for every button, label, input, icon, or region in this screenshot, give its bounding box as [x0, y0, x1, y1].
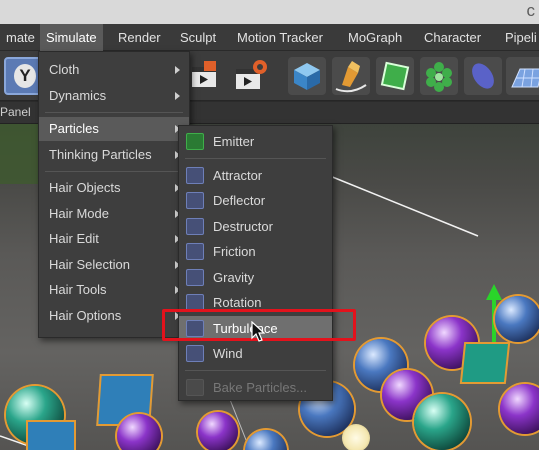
simulate-item-hair-edit[interactable]: Hair Edit: [39, 227, 189, 251]
bake-particles-icon: [186, 378, 204, 396]
particles-item-friction[interactable]: Friction: [179, 239, 332, 264]
menu-item-label: Hair Tools: [49, 282, 107, 297]
menu-mograph[interactable]: MoGraph: [342, 24, 408, 51]
pen-tool-button[interactable]: [332, 57, 370, 95]
render-settings-button[interactable]: [232, 57, 270, 95]
deformer-button[interactable]: [464, 57, 502, 95]
floor-button[interactable]: [506, 57, 539, 95]
particle-cube[interactable]: [459, 342, 511, 384]
submenu-arrow-icon: [175, 66, 180, 74]
menu-item-label: Hair Objects: [49, 180, 121, 195]
menu-item-label: Emitter: [213, 134, 255, 149]
simulate-item-dynamics[interactable]: Dynamics: [39, 84, 189, 108]
menu-separator: [185, 369, 326, 371]
simulate-item-thinking-particles[interactable]: Thinking Particles: [39, 143, 189, 167]
menu-item-label: Attractor: [213, 167, 263, 183]
deformer-icon: [472, 63, 494, 89]
menu-simulate[interactable]: Simulate: [40, 24, 103, 51]
particles-item-deflector[interactable]: Deflector: [179, 188, 332, 213]
menu-pipeli[interactable]: Pipeli: [499, 24, 539, 51]
menu-item-label: Bake Particles...: [213, 379, 307, 395]
particle-cube[interactable]: [26, 420, 76, 450]
menu-character[interactable]: Character: [418, 24, 487, 51]
friction-icon: [186, 243, 204, 260]
simulate-item-particles[interactable]: Particles: [39, 117, 189, 141]
mouse-cursor-icon: [251, 321, 265, 342]
simulate-item-hair-mode[interactable]: Hair Mode: [39, 202, 189, 226]
window-corner-char: c: [526, 1, 536, 20]
menu-separator: [45, 171, 183, 172]
particle-sphere[interactable]: [198, 412, 238, 450]
menu-item-label: Hair Edit: [49, 231, 99, 246]
menu-separator: [185, 157, 326, 159]
y-axis-lock-button[interactable]: Y: [4, 57, 42, 95]
particles-item-bake-particles: Bake Particles...: [179, 375, 332, 400]
menu-item-label: Hair Mode: [49, 205, 109, 221]
particles-item-emitter[interactable]: Emitter: [179, 129, 332, 154]
deflector-icon: [186, 192, 204, 209]
simulate-menu: Cloth Dynamics Particles Thinking Particles…: [38, 51, 190, 338]
simulate-item-cloth[interactable]: Cloth: [39, 58, 189, 82]
floor-icon: [511, 68, 539, 88]
simulate-item-hair-objects[interactable]: Hair Objects: [39, 176, 189, 200]
panel-menu[interactable]: Panel: [0, 105, 31, 119]
particles-item-gravity[interactable]: Gravity: [179, 265, 332, 290]
menu-item-label: Particles: [49, 121, 99, 136]
menu-item-label: Deflector: [213, 193, 266, 208]
submenu-arrow-icon: [175, 91, 180, 100]
cloner-icon: [426, 62, 452, 92]
menu-separator: [45, 112, 183, 113]
destructor-icon: [186, 217, 204, 235]
particle-sphere[interactable]: [414, 394, 470, 450]
menu-sculpt[interactable]: Sculpt: [174, 24, 222, 51]
menu-item-label: Friction: [213, 244, 256, 259]
subdivision-button[interactable]: [376, 57, 414, 95]
y-axis-label: Y: [14, 64, 36, 88]
attractor-icon: [186, 166, 204, 184]
simulate-item-hair-tools[interactable]: Hair Tools: [39, 278, 189, 302]
wind-icon: [186, 345, 204, 362]
emitter-icon: [186, 133, 204, 150]
particles-item-destructor[interactable]: Destructor: [179, 214, 332, 239]
main-menubar: mate Simulate Render Sculpt Motion Tracker Mo…: [0, 24, 539, 51]
render-settings-icon: [236, 60, 267, 89]
menu-item-label: Wind: [213, 346, 243, 361]
menu-item-label: Dynamics: [49, 87, 107, 103]
particle-sphere[interactable]: [495, 296, 539, 342]
cube-icon: [294, 63, 320, 90]
gravity-icon: [186, 268, 204, 286]
menu-item-label: Hair Selection: [49, 256, 130, 272]
simulate-item-hair-selection[interactable]: Hair Selection: [39, 253, 189, 277]
light-sphere[interactable]: [342, 424, 370, 450]
window-title-bar: c: [0, 0, 539, 24]
particles-item-attractor[interactable]: Attractor: [179, 163, 332, 188]
menu-item-label: Destructor: [213, 218, 273, 234]
render-view-icon: [192, 61, 216, 87]
menu-item-label: Cloth: [49, 62, 80, 77]
menu-item-label: Hair Options: [49, 307, 122, 323]
cube-object-button[interactable]: [288, 57, 326, 95]
menu-motion-tracker[interactable]: Motion Tracker: [231, 24, 329, 51]
menu-item-label: Rotation: [213, 295, 262, 310]
subdivision-icon: [380, 61, 410, 91]
particles-item-wind[interactable]: Wind: [179, 341, 332, 366]
menu-item-label: Thinking Particles: [49, 146, 152, 162]
menu-mate[interactable]: mate: [0, 24, 41, 51]
menu-render[interactable]: Render: [112, 24, 167, 51]
cloner-button[interactable]: [420, 57, 458, 95]
pen-icon: [335, 61, 367, 93]
render-view-button[interactable]: [186, 57, 224, 95]
menu-item-label: Gravity: [213, 269, 255, 285]
particle-sphere[interactable]: [117, 414, 161, 450]
particles-submenu: Emitter Attractor Deflector Destructor Frict…: [178, 125, 333, 401]
